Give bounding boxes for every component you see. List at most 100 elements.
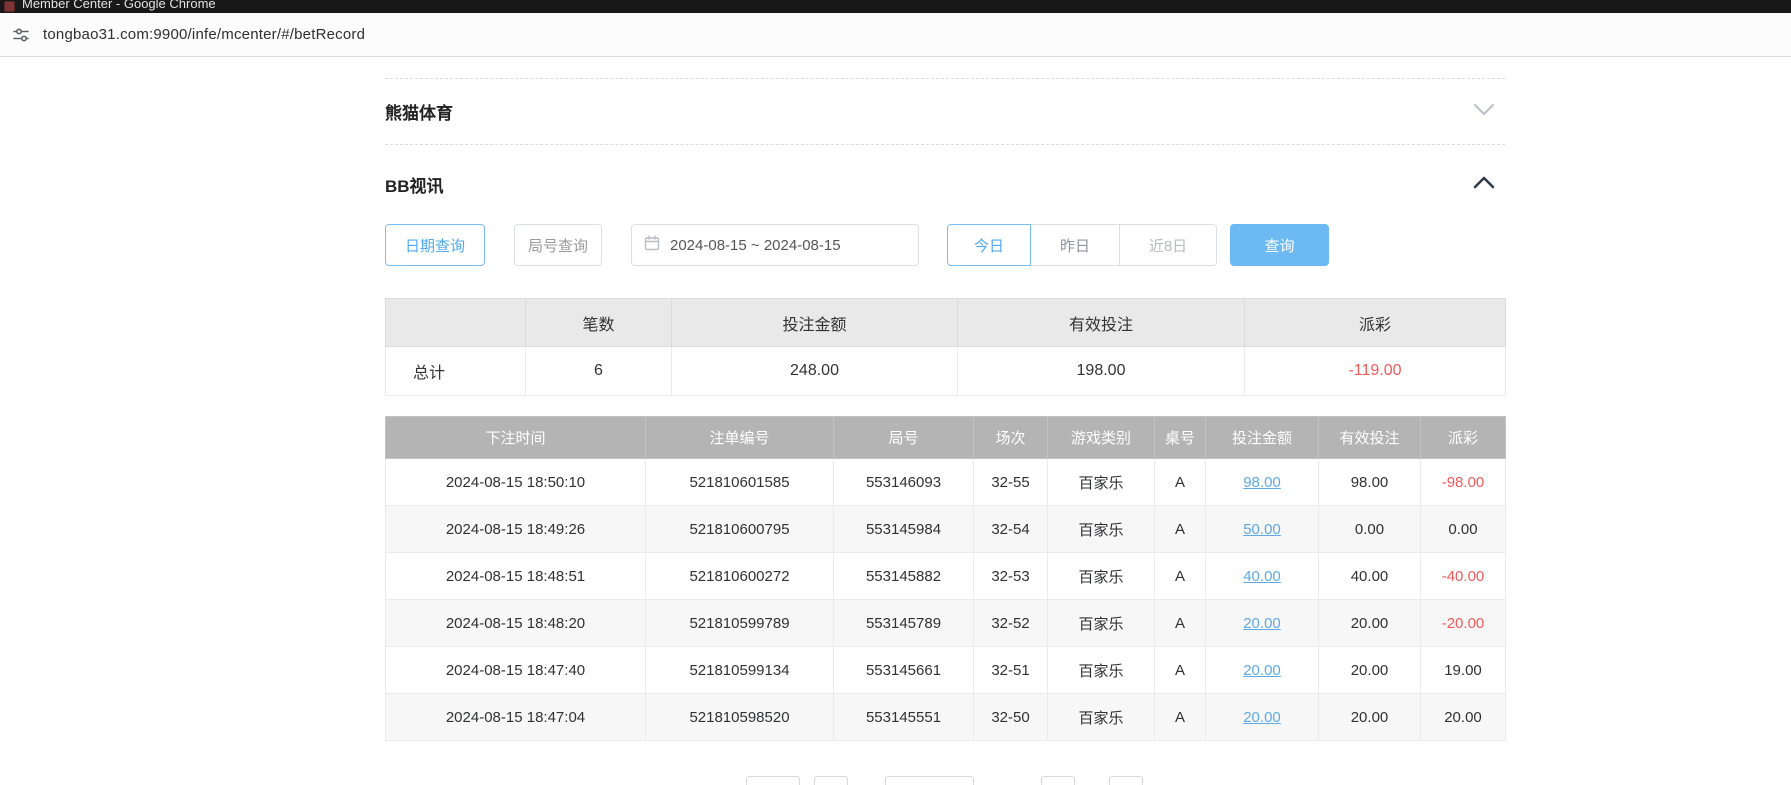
section-panda-sports[interactable]: 熊猫体育 — [385, 78, 1505, 145]
summary-header-payout: 派彩 — [1245, 299, 1506, 347]
bet-detail-table: 下注时间 注单编号 局号 场次 游戏类别 桌号 投注金额 有效投注 派彩 202… — [385, 416, 1506, 741]
detail-header-payout: 派彩 — [1421, 417, 1506, 459]
summary-valid-bet-value: 198.00 — [958, 347, 1245, 396]
pagination-page-size-select[interactable] — [885, 776, 974, 785]
table-row: 2024-08-15 18:48:20 521810599789 5531457… — [386, 600, 1506, 647]
detail-header-row: 下注时间 注单编号 局号 场次 游戏类别 桌号 投注金额 有效投注 派彩 — [386, 417, 1506, 459]
detail-header-order-no: 注单编号 — [646, 417, 834, 459]
session-cell: 32-50 — [974, 694, 1048, 741]
game-type-cell: 百家乐 — [1048, 647, 1155, 694]
summary-total-row: 总计 6 248.00 198.00 -119.00 — [386, 347, 1506, 396]
table-row: 2024-08-15 18:50:10 521810601585 5531460… — [386, 459, 1506, 506]
summary-payout-value: -119.00 — [1245, 347, 1506, 396]
bet-time-cell: 2024-08-15 18:48:20 — [386, 600, 646, 647]
summary-total-label: 总计 — [386, 347, 526, 396]
valid-bet-cell: 20.00 — [1319, 647, 1421, 694]
valid-bet-cell: 40.00 — [1319, 553, 1421, 600]
order-no-cell: 521810599134 — [646, 647, 834, 694]
payout-cell: 0.00 — [1421, 506, 1506, 553]
valid-bet-cell: 20.00 — [1319, 600, 1421, 647]
bet-amount-link[interactable]: 40.00 — [1206, 553, 1319, 600]
round-no-cell: 553145882 — [834, 553, 974, 600]
summary-header-row: 笔数 投注金额 有效投注 派彩 — [386, 299, 1506, 347]
calendar-icon — [644, 235, 660, 256]
bet-time-cell: 2024-08-15 18:48:51 — [386, 553, 646, 600]
table-row: 2024-08-15 18:47:40 521810599134 5531456… — [386, 647, 1506, 694]
date-range-value: 2024-08-15 ~ 2024-08-15 — [670, 237, 841, 254]
table-no-cell: A — [1155, 506, 1206, 553]
date-range-input[interactable]: 2024-08-15 ~ 2024-08-15 — [631, 224, 919, 266]
yesterday-button[interactable]: 昨日 — [1030, 224, 1120, 266]
pagination-button[interactable] — [1109, 776, 1143, 785]
browser-url-bar[interactable]: tongbao31.com:9900/infe/mcenter/#/betRec… — [0, 13, 1791, 57]
payout-cell: -98.00 — [1421, 459, 1506, 506]
window-title: Member Center - Google Chrome — [22, 0, 216, 12]
bet-amount-link[interactable]: 20.00 — [1206, 694, 1319, 741]
pagination-button[interactable] — [746, 776, 800, 785]
game-type-cell: 百家乐 — [1048, 506, 1155, 553]
table-row: 2024-08-15 18:49:26 521810600795 5531459… — [386, 506, 1506, 553]
table-row: 2024-08-15 18:47:04 521810598520 5531455… — [386, 694, 1506, 741]
detail-header-game-type: 游戏类别 — [1048, 417, 1155, 459]
bet-amount-link[interactable]: 98.00 — [1206, 459, 1319, 506]
session-cell: 32-52 — [974, 600, 1048, 647]
summary-header-valid-bet: 有效投注 — [958, 299, 1245, 347]
search-button[interactable]: 查询 — [1230, 224, 1329, 266]
payout-cell: 19.00 — [1421, 647, 1506, 694]
table-no-cell: A — [1155, 600, 1206, 647]
summary-header-count: 笔数 — [526, 299, 672, 347]
game-type-cell: 百家乐 — [1048, 600, 1155, 647]
detail-header-round-no: 局号 — [834, 417, 974, 459]
pagination — [385, 776, 1505, 785]
valid-bet-cell: 98.00 — [1319, 459, 1421, 506]
table-no-cell: A — [1155, 459, 1206, 506]
round-no-cell: 553146093 — [834, 459, 974, 506]
pagination-button[interactable] — [1041, 776, 1075, 785]
page-content: 熊猫体育 BB视讯 日期查询 局号查询 — [0, 78, 1791, 785]
round-query-tab-button[interactable]: 局号查询 — [514, 224, 602, 266]
last-8-days-button[interactable]: 近8日 — [1119, 224, 1217, 266]
bet-amount-link[interactable]: 20.00 — [1206, 600, 1319, 647]
section-bb-video[interactable]: BB视讯 — [385, 145, 1505, 224]
table-row: 2024-08-15 18:48:51 521810600272 5531458… — [386, 553, 1506, 600]
round-no-cell: 553145789 — [834, 600, 974, 647]
payout-cell: 20.00 — [1421, 694, 1506, 741]
quick-date-button-group: 今日 昨日 近8日 — [947, 224, 1217, 266]
payout-cell: -40.00 — [1421, 553, 1506, 600]
bet-amount-link[interactable]: 50.00 — [1206, 506, 1319, 553]
session-cell: 32-55 — [974, 459, 1048, 506]
url-text[interactable]: tongbao31.com:9900/infe/mcenter/#/betRec… — [43, 26, 365, 43]
round-no-cell: 553145551 — [834, 694, 974, 741]
detail-header-session: 场次 — [974, 417, 1048, 459]
session-cell: 32-54 — [974, 506, 1048, 553]
detail-header-valid-bet: 有效投注 — [1319, 417, 1421, 459]
order-no-cell: 521810600272 — [646, 553, 834, 600]
filter-toolbar: 日期查询 局号查询 2024-08-15 ~ 2024-08-15 今日 昨日 … — [385, 224, 1505, 266]
round-no-cell: 553145661 — [834, 647, 974, 694]
bet-amount-link[interactable]: 20.00 — [1206, 647, 1319, 694]
bet-time-cell: 2024-08-15 18:47:04 — [386, 694, 646, 741]
order-no-cell: 521810601585 — [646, 459, 834, 506]
section-title-bb: BB视讯 — [385, 172, 444, 197]
today-button[interactable]: 今日 — [947, 224, 1031, 266]
valid-bet-cell: 0.00 — [1319, 506, 1421, 553]
section-title-panda: 熊猫体育 — [385, 99, 453, 124]
table-no-cell: A — [1155, 647, 1206, 694]
bet-record-panel: 熊猫体育 BB视讯 日期查询 局号查询 — [385, 78, 1505, 785]
chevron-up-icon[interactable] — [1473, 176, 1495, 194]
bet-time-cell: 2024-08-15 18:47:40 — [386, 647, 646, 694]
valid-bet-cell: 20.00 — [1319, 694, 1421, 741]
summary-table: 笔数 投注金额 有效投注 派彩 总计 6 248.00 198.00 -119.… — [385, 298, 1506, 396]
site-settings-icon[interactable] — [12, 26, 30, 44]
round-no-cell: 553145984 — [834, 506, 974, 553]
session-cell: 32-51 — [974, 647, 1048, 694]
window-icon — [4, 1, 15, 12]
pagination-button[interactable] — [814, 776, 848, 785]
table-no-cell: A — [1155, 553, 1206, 600]
date-query-tab-button[interactable]: 日期查询 — [385, 224, 485, 266]
game-type-cell: 百家乐 — [1048, 553, 1155, 600]
bet-time-cell: 2024-08-15 18:50:10 — [386, 459, 646, 506]
bet-time-cell: 2024-08-15 18:49:26 — [386, 506, 646, 553]
chevron-down-icon[interactable] — [1473, 103, 1495, 121]
table-no-cell: A — [1155, 694, 1206, 741]
